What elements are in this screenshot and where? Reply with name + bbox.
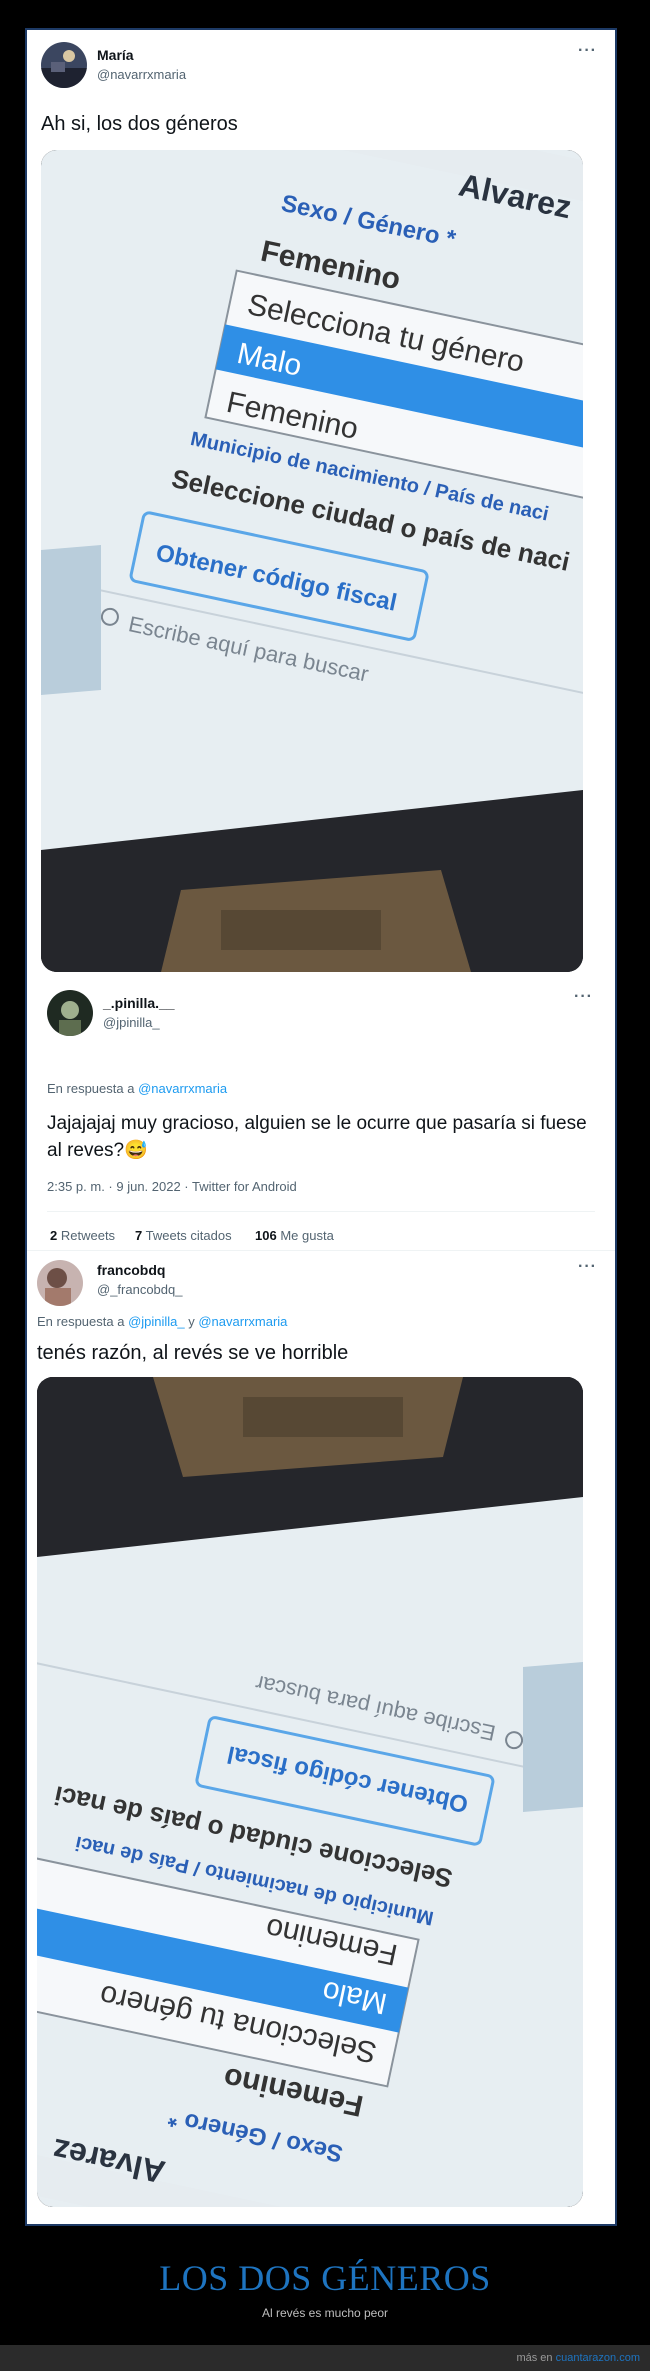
author-handle[interactable]: @navarrxmaria [97,67,186,82]
tweet-pinilla: _.pinilla.__ @jpinilla_ ··· En respuesta… [27,975,615,1215]
reply-mention[interactable]: @jpinilla_ [128,1314,185,1329]
credit-bar: más en cuantarazon.com [0,2345,650,2371]
meme-frame: María @navarrxmaria ··· Ah si, los dos g… [25,28,617,2226]
tweet-maria: María @navarrxmaria ··· Ah si, los dos g… [27,30,615,975]
reply-prefix: En respuesta a [37,1314,129,1329]
tweet-timestamp[interactable]: 2:35 p. m. · 9 jun. 2022 · Twitter for A… [47,1179,297,1194]
avatar-maria[interactable] [41,42,87,88]
author-handle[interactable]: @_francobdq_ [97,1282,182,1297]
screen-photo-upright: Alvarez Sexo / Género * Femenino Selecci… [41,150,583,972]
avatar-pinilla[interactable] [47,990,93,1036]
meme-title: LOS DOS GÉNEROS [159,2258,491,2298]
tweet-franco: francobdq @_francobdq_ ··· En respuesta … [27,1250,615,2224]
author-name[interactable]: María [97,47,134,63]
site-credit: más en cuantarazon.com [516,2352,640,2364]
tweet-text: Ah si, los dos géneros [41,113,238,135]
tweet-text: Jajajajaj muy gracioso, alguien se le oc… [47,1110,587,1164]
reply-mention[interactable]: @navarrxmaria [138,1081,227,1096]
author-name[interactable]: francobdq [97,1262,165,1278]
reply-and: y [184,1314,199,1329]
author-handle[interactable]: @jpinilla_ [103,1015,160,1030]
reply-prefix: En respuesta a [47,1081,139,1096]
reply-mention[interactable]: @navarrxmaria [198,1314,287,1329]
retweets-stat[interactable]: 2 Retweets [50,1228,115,1243]
site-link[interactable]: cuantarazon.com [556,2352,640,2364]
likes-stat[interactable]: 106 Me gusta [255,1228,334,1243]
screen-photo-upside-down: Alvarez Sexo / Género * Femenino Selecci… [37,1377,583,2207]
tweet-photo[interactable]: Alvarez Sexo / Género * Femenino Selecci… [37,1377,583,2207]
avatar-franco[interactable] [37,1260,83,1306]
reply-context: En respuesta a @navarrxmaria [47,1081,227,1096]
author-name[interactable]: _.pinilla.__ [103,995,175,1011]
reply-context: En respuesta a @jpinilla_ y @navarrxmari… [37,1314,287,1329]
more-options-icon[interactable]: ··· [578,1258,597,1276]
tweet-stats: 2 Retweets 7 Tweets citados 106 Me gusta [47,1203,595,1243]
tweet-photo[interactable]: Alvarez Sexo / Género * Femenino Selecci… [41,150,583,972]
tweet-text: tenés razón, al revés se ve horrible [37,1342,349,1364]
more-options-icon[interactable]: ··· [574,988,593,1006]
quotes-stat[interactable]: 7 Tweets citados [135,1228,232,1243]
sweat-smile-emoji-icon: 😅 [124,1140,148,1161]
more-options-icon[interactable]: ··· [578,42,597,60]
meme-subtitle: Al revés es mucho peor [261,2306,389,2320]
